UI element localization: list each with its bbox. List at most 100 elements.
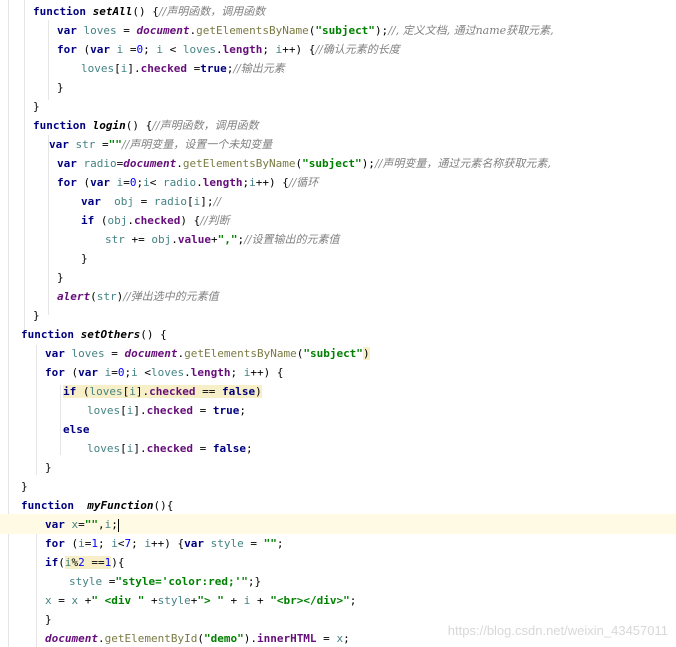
code-line[interactable]: loves[i].checked =true;//输出元素 [81, 59, 285, 78]
code-line[interactable]: alert(str)//弹出选中的元素值 [57, 287, 219, 306]
code-token: } [33, 309, 40, 322]
code-line[interactable]: } [81, 249, 88, 268]
code-token: = [243, 537, 264, 550]
code-line[interactable]: var x="",i; [45, 515, 119, 534]
code-line[interactable]: } [21, 477, 28, 496]
code-token: } [57, 81, 64, 94]
code-line[interactable]: } [57, 78, 64, 97]
code-token: 2 [78, 556, 85, 569]
code-line[interactable]: function login() {//声明函数，调用函数 [33, 116, 259, 135]
code-line[interactable]: } [45, 610, 52, 629]
code-token: style [157, 594, 191, 607]
code-line[interactable]: function setOthers() { [21, 325, 167, 344]
code-token: obj [114, 195, 134, 208]
code-token: document [136, 24, 190, 37]
code-editor[interactable]: function setAll() {//声明函数，调用函数 var loves … [0, 0, 676, 647]
indent-guide [48, 135, 49, 315]
code-token: length [202, 176, 243, 189]
code-line[interactable]: function setAll() {//声明函数，调用函数 [33, 2, 265, 21]
code-token: style [69, 575, 103, 588]
code-token: obj [107, 214, 128, 227]
code-token: } [45, 461, 52, 474]
code-token: ++) { [250, 366, 284, 379]
code-token: "" [108, 138, 122, 151]
code-token: i [131, 366, 138, 379]
code-line[interactable]: document.getElementById("demo").innerHTM… [45, 629, 350, 647]
code-token: //声明变量，通过元素名称获取元素, [374, 157, 551, 170]
code-token: x [45, 594, 52, 607]
code-token: ]. [133, 442, 147, 455]
code-token: "subject" [303, 347, 363, 360]
indent-guide [60, 385, 61, 455]
code-line[interactable]: for (var i=0;i< radio.length;i++) {//循环 [57, 173, 318, 192]
code-line[interactable]: for (i=1; i<7; i++) {var style = ""; [45, 534, 284, 553]
code-token: "style='color:red;'" [115, 575, 248, 588]
code-line[interactable]: loves[i].checked = false; [87, 439, 253, 458]
code-token: } [21, 480, 28, 493]
code-token: ]. [135, 385, 150, 398]
code-token: = [186, 62, 201, 75]
code-line[interactable]: style ="style='color:red;'";} [69, 572, 261, 591]
code-token: length [190, 366, 231, 379]
code-token: var [57, 157, 84, 170]
code-token: ; [111, 518, 118, 531]
code-line[interactable]: } [45, 458, 52, 477]
code-token: ){ [111, 556, 125, 569]
code-token: < [149, 176, 163, 189]
code-token: document [45, 632, 98, 645]
code-token: "> " [197, 594, 224, 607]
code-token: "demo" [203, 632, 244, 645]
code-line[interactable]: loves[i].checked = true; [87, 401, 246, 420]
code-token: ]. [133, 404, 147, 417]
code-token: } [45, 613, 52, 626]
code-line[interactable]: function myFunction(){ [21, 496, 173, 515]
code-token: radio [153, 195, 187, 208]
text-caret [117, 518, 119, 532]
code-line[interactable]: } [33, 306, 40, 325]
code-token: ). [243, 632, 257, 645]
code-token: i [156, 43, 163, 56]
code-token: function [33, 119, 93, 132]
code-token: (){ [153, 499, 174, 512]
code-line[interactable]: if (obj.checked) {//判断 [81, 211, 230, 230]
code-token: < [163, 43, 183, 56]
code-token: i [249, 176, 256, 189]
code-line[interactable]: for (var i =0; i < loves.length; i++) {/… [57, 40, 400, 59]
code-token: ++) { [255, 176, 289, 189]
code-token: = [123, 43, 137, 56]
code-line[interactable]: var str =""//声明变量，设置一个未知变量 [49, 135, 272, 154]
code-token: "," [217, 233, 238, 246]
code-token: } [81, 252, 88, 265]
code-line[interactable]: x = x +" <div " +style+"> " + i + "<br><… [45, 591, 356, 610]
code-token: ( [100, 214, 108, 227]
watermark: https://blog.csdn.net/weixin_43457011 [447, 623, 668, 638]
code-token: i [64, 556, 72, 569]
code-line[interactable]: var obj = radio[i];// [81, 192, 221, 211]
code-token: //声明函数，调用函数 [158, 5, 266, 18]
code-token: } [57, 271, 64, 284]
code-token: loves [83, 24, 117, 37]
code-token: ++) { [151, 537, 185, 550]
code-line[interactable]: else [63, 420, 90, 439]
code-line[interactable]: } [33, 97, 40, 116]
code-token: ) [255, 385, 262, 398]
code-line[interactable]: str += obj.value+",";//设置输出的元素值 [105, 230, 340, 249]
code-token: alert [57, 290, 91, 303]
code-line[interactable]: var loves = document.getElementsByName("… [45, 344, 370, 363]
code-token: ++) { [282, 43, 316, 56]
code-line[interactable]: if(i%2 ==1){ [45, 553, 125, 572]
code-token: + [78, 594, 92, 607]
code-token: [ [120, 442, 127, 455]
code-token: [ [114, 62, 121, 75]
code-token: getElementsByName [182, 157, 296, 170]
code-token: . [176, 157, 183, 170]
code-token: loves [87, 442, 121, 455]
code-token: + [211, 233, 218, 246]
code-line[interactable]: var loves = document.getElementsByName("… [57, 21, 554, 40]
code-line[interactable]: if (loves[i].checked == false) [63, 382, 262, 401]
code-line[interactable]: } [57, 268, 64, 287]
code-line[interactable]: for (var i=0;i <loves.length; i++) { [45, 363, 284, 382]
code-token: if [63, 385, 83, 398]
code-token: . [196, 176, 203, 189]
code-line[interactable]: var radio=document.getElementsByName("su… [57, 154, 551, 173]
